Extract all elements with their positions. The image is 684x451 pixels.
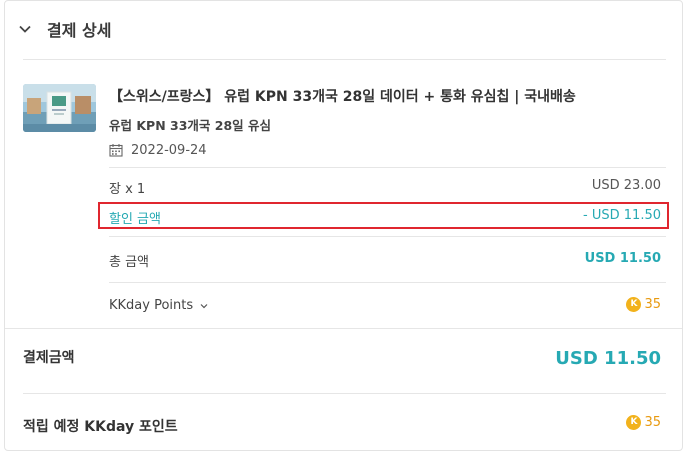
product-date: 2022-09-24: [131, 143, 207, 158]
points-value: 35: [644, 297, 661, 312]
reward-points-group: K 35: [626, 415, 661, 430]
calendar-icon: [109, 144, 123, 157]
reward-points-value: 35: [644, 415, 661, 430]
payment-details-card: 결제 상세 【스위스/프랑스】 유럽 KPN 33개국 28일 데이터 + 통화…: [4, 0, 683, 451]
chevron-down-icon: [200, 303, 208, 308]
chevron-down-icon[interactable]: [19, 23, 31, 35]
payment-details-header[interactable]: 결제 상세: [5, 1, 682, 59]
discount-value: - USD 11.50: [583, 208, 661, 223]
product-title[interactable]: 【스위스/프랑스】 유럽 KPN 33개국 28일 데이터 + 통화 유심칩 |…: [109, 86, 576, 106]
divider: [109, 236, 666, 237]
quantity-value: USD 23.00: [591, 178, 661, 193]
reward-points-label: 적립 예정 KKday 포인트: [23, 419, 178, 435]
product-thumbnail[interactable]: [23, 84, 96, 132]
quantity-label: 장 x 1: [109, 182, 146, 197]
divider: [23, 393, 666, 394]
divider: [109, 167, 666, 168]
kkday-coin-icon: K: [626, 415, 642, 430]
divider: [5, 328, 682, 329]
divider: [23, 59, 666, 60]
kkday-coin-icon: K: [626, 297, 642, 312]
payment-amount-value: USD 11.50: [555, 348, 661, 369]
product-subtitle: 유럽 KPN 33개국 28일 유심: [109, 118, 272, 133]
discount-label: 할인 금액: [109, 212, 161, 227]
total-label: 총 금액: [109, 255, 150, 270]
total-value: USD 11.50: [584, 251, 661, 266]
payment-amount-label: 결제금액: [23, 350, 75, 366]
payment-details-title: 결제 상세: [47, 21, 112, 40]
points-value-group: K 35: [626, 297, 661, 312]
points-dropdown[interactable]: KKday Points: [109, 298, 208, 313]
points-label: KKday Points: [109, 298, 194, 313]
divider: [109, 282, 666, 283]
